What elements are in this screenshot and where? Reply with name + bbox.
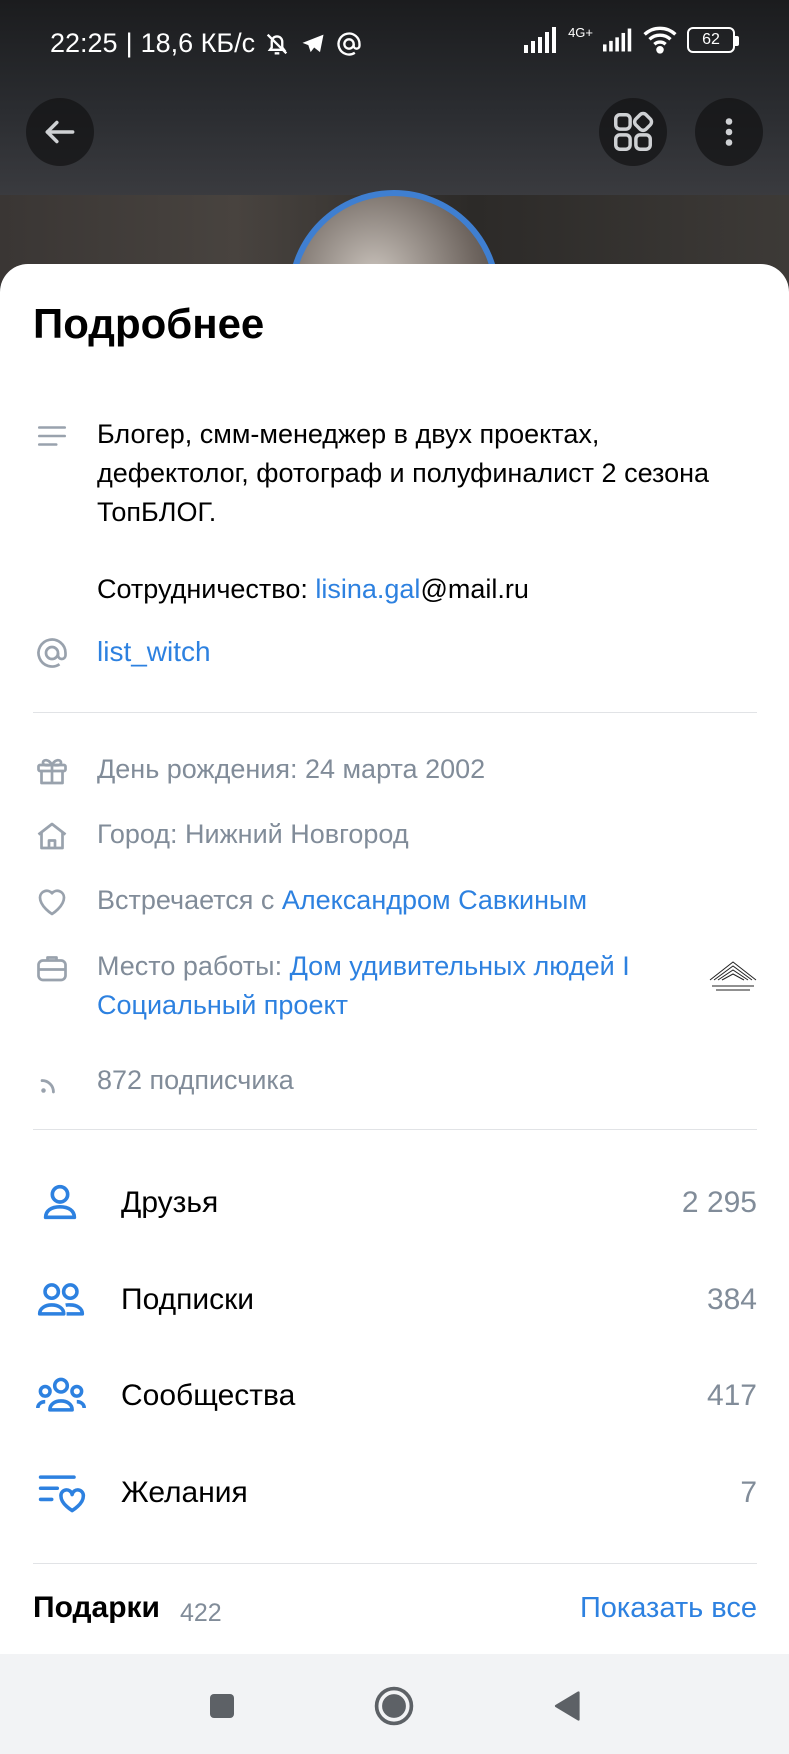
users-icon — [34, 1275, 88, 1323]
user-icon — [36, 1178, 84, 1226]
nickname-link[interactable]: list_witch — [97, 636, 211, 668]
network-type: 4G+ — [568, 24, 593, 40]
partner-link[interactable]: Александром Савкиным — [282, 885, 587, 915]
at-sign-status-icon — [337, 31, 361, 56]
status-bar: 22:25 | 18,6 КБ/с 4G+ 62 — [0, 0, 789, 90]
menu-count: 2 295 — [681, 1186, 757, 1219]
menu-count: 417 — [706, 1379, 757, 1412]
gifts-title: Подарки — [33, 1591, 161, 1624]
divider — [33, 1129, 757, 1130]
home-icon — [33, 817, 71, 855]
signal-icon — [524, 27, 557, 53]
birthday-text: День рождения: 24 марта 2002 — [97, 754, 486, 784]
rss-icon — [33, 1063, 71, 1101]
menu-item-wishlist[interactable]: Желания 7 — [0, 1454, 789, 1530]
battery-level: 62 — [702, 31, 720, 48]
status-time: 22:25 — [50, 28, 118, 58]
status-separator: | — [125, 28, 133, 58]
city-text: Город: Нижний Новгород — [97, 819, 409, 849]
contact-line: Сотрудничество: lisina.gal@mail.ru — [97, 574, 529, 605]
gifts-count: 422 — [180, 1599, 222, 1627]
work-prefix: Место работы: — [97, 951, 290, 981]
workplace-logo-icon — [708, 958, 758, 998]
show-all-gifts-link[interactable]: Показать все — [580, 1592, 757, 1625]
battery-icon: 62 — [687, 27, 739, 53]
work-row-line1: Место работы: Дом удивительных людей I — [97, 951, 630, 982]
apps-button[interactable] — [599, 98, 667, 166]
contact-email-suffix: @mail.ru — [420, 574, 529, 604]
home-button[interactable] — [372, 1684, 416, 1728]
menu-item-friends[interactable]: Друзья 2 295 — [0, 1164, 789, 1240]
more-vertical-icon — [725, 118, 733, 146]
at-icon — [33, 634, 71, 672]
heart-icon — [33, 883, 71, 921]
briefcase-icon — [33, 949, 71, 987]
work-row-line2: Социальный проект — [97, 990, 348, 1021]
grid-icon — [614, 111, 654, 151]
relationship-row: Встречается с Александром Савкиным — [97, 885, 587, 916]
square-icon — [210, 1694, 234, 1718]
menu-count: 384 — [706, 1283, 757, 1316]
system-navigation-bar — [0, 1654, 789, 1754]
work-link[interactable]: Дом удивительных людей I — [290, 951, 630, 981]
sheet-title: Подробнее — [33, 300, 265, 347]
circle-home-icon — [374, 1686, 414, 1726]
about-text: Блогер, смм-менеджер в двух проектах, де… — [97, 419, 710, 527]
text-lines-icon — [34, 418, 70, 454]
gift-icon — [33, 752, 71, 790]
back-nav-button[interactable] — [546, 1684, 590, 1728]
status-speed: 18,6 КБ/с — [140, 28, 256, 58]
menu-item-subscriptions[interactable]: Подписки 384 — [0, 1261, 789, 1337]
arrow-left-icon — [45, 120, 75, 144]
divider — [33, 712, 757, 713]
followers-text: 872 подписчика — [97, 1065, 294, 1095]
more-button[interactable] — [695, 98, 763, 166]
triangle-back-icon — [554, 1691, 580, 1721]
menu-label: Сообщества — [121, 1379, 296, 1412]
work-link-continued[interactable]: Социальный проект — [97, 990, 348, 1020]
signal-2-icon — [603, 28, 632, 52]
relationship-prefix: Встречается с — [97, 885, 282, 915]
contact-email-link[interactable]: lisina.gal — [315, 574, 420, 604]
menu-label: Друзья — [121, 1186, 219, 1219]
menu-label: Подписки — [121, 1283, 254, 1316]
menu-count: 7 — [740, 1476, 757, 1509]
recents-button[interactable] — [200, 1684, 244, 1728]
wifi-icon — [643, 26, 677, 54]
menu-label: Желания — [121, 1476, 248, 1509]
wishlist-icon — [34, 1468, 88, 1516]
community-icon — [34, 1371, 88, 1419]
back-button[interactable] — [26, 98, 94, 166]
menu-item-communities[interactable]: Сообщества 417 — [0, 1357, 789, 1433]
bell-off-icon — [266, 33, 288, 54]
contact-prefix: Сотрудничество: — [97, 574, 316, 604]
gifts-anchor — [0, 1564, 789, 1565]
telegram-icon — [302, 34, 324, 52]
details-sheet: Подробнее Блогер, смм-менеджер в двух пр… — [0, 264, 789, 1654]
